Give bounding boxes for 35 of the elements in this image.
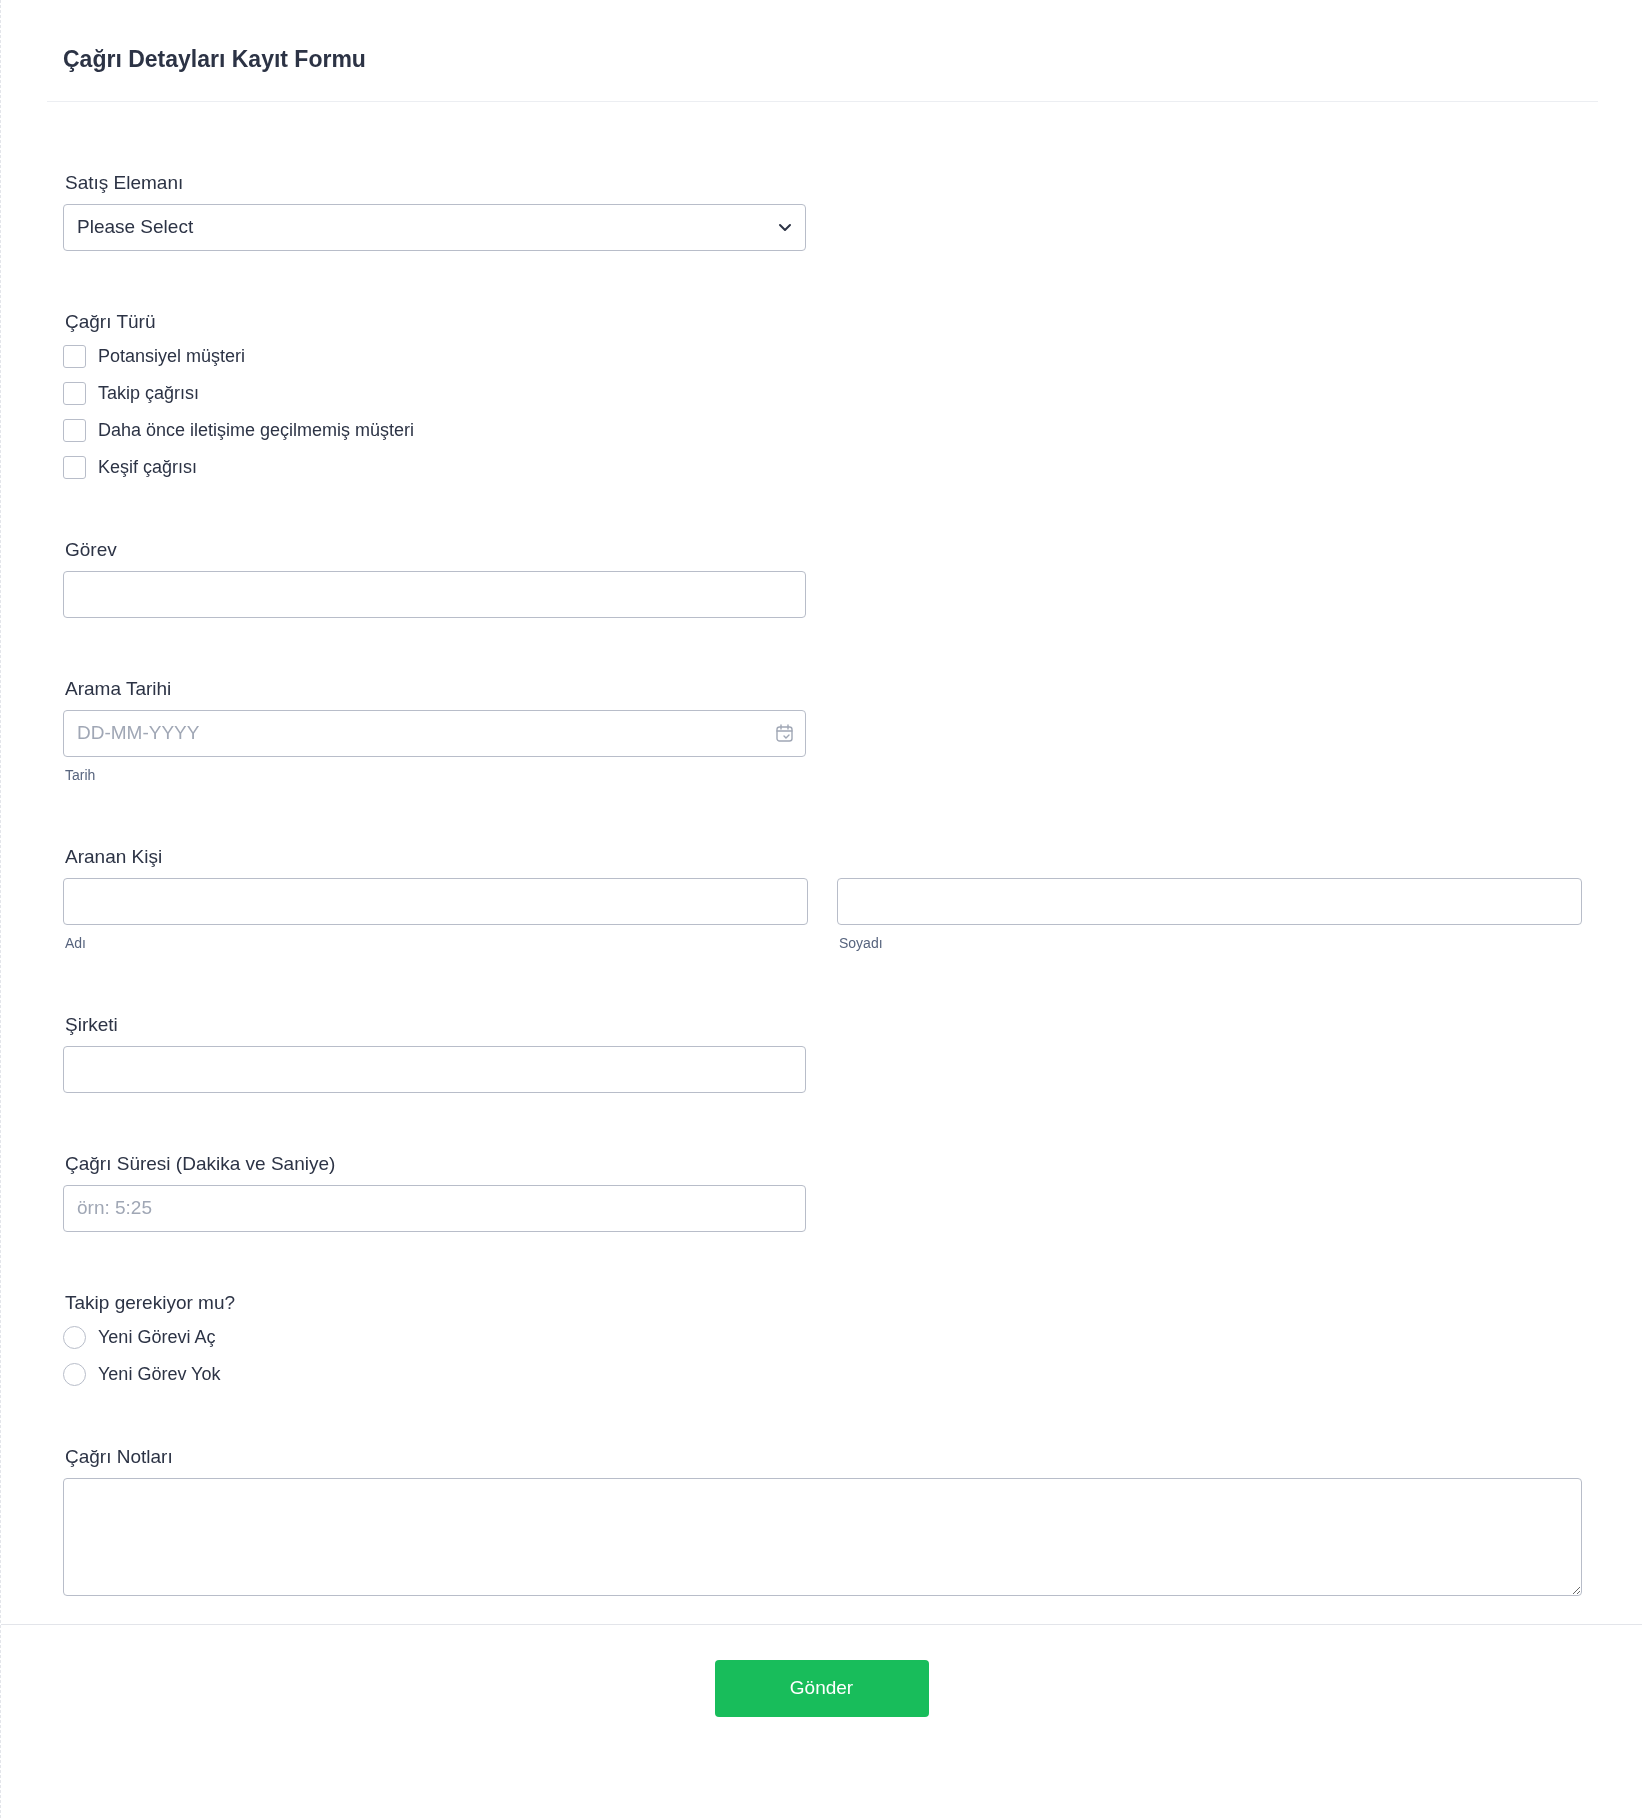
radio-button[interactable] xyxy=(63,1325,86,1349)
calendar-icon xyxy=(776,723,793,742)
text-field[interactable]: örn: 5:25 xyxy=(63,1184,806,1232)
field-label: Aranan Kişi xyxy=(64,845,164,868)
field-label: Çağrı Süresi (Dakika ve Saniye) xyxy=(64,1152,337,1175)
field-label: Görev xyxy=(64,538,118,561)
option-label: Takip çağrısı xyxy=(98,381,200,405)
option-label: Yeni Görev Yok xyxy=(98,1362,221,1386)
field-label: Satış Elemanı xyxy=(64,171,185,194)
field-label: Takip gerekiyor mu? xyxy=(64,1291,237,1314)
option-label: Daha önce iletişime geçilmemiş müşteri xyxy=(98,418,415,442)
checkbox[interactable] xyxy=(63,455,86,479)
radio-button[interactable] xyxy=(63,1362,86,1386)
field-label: Arama Tarihi xyxy=(64,677,173,700)
option-label: Potansiyel müşteri xyxy=(98,344,246,368)
checkbox[interactable] xyxy=(63,418,86,442)
field-sublabel: Adı xyxy=(64,933,87,953)
chevron-down-icon xyxy=(778,222,792,232)
text-field[interactable] xyxy=(837,877,1582,925)
text-field[interactable] xyxy=(63,570,806,618)
checkbox[interactable] xyxy=(63,381,86,405)
field-label: Şirketi xyxy=(64,1013,119,1036)
field-label: Çağrı Notları xyxy=(64,1445,174,1468)
dropdown-field[interactable]: Please Select xyxy=(63,203,806,251)
option-label: Keşif çağrısı xyxy=(98,455,198,479)
field-label: Çağrı Türü xyxy=(64,310,157,333)
date-field[interactable]: DD-MM-YYYY xyxy=(63,709,806,757)
checkbox[interactable] xyxy=(63,344,86,368)
field-sublabel: Tarih xyxy=(64,765,97,785)
notes-field[interactable] xyxy=(63,1477,1582,1596)
option-label: Yeni Görevi Aç xyxy=(98,1325,216,1349)
text-field[interactable] xyxy=(63,877,808,925)
form-title: Çağrı Detayları Kayıt Formu xyxy=(63,45,367,74)
field-sublabel: Soyadı xyxy=(838,933,884,953)
text-field[interactable] xyxy=(63,1045,806,1093)
